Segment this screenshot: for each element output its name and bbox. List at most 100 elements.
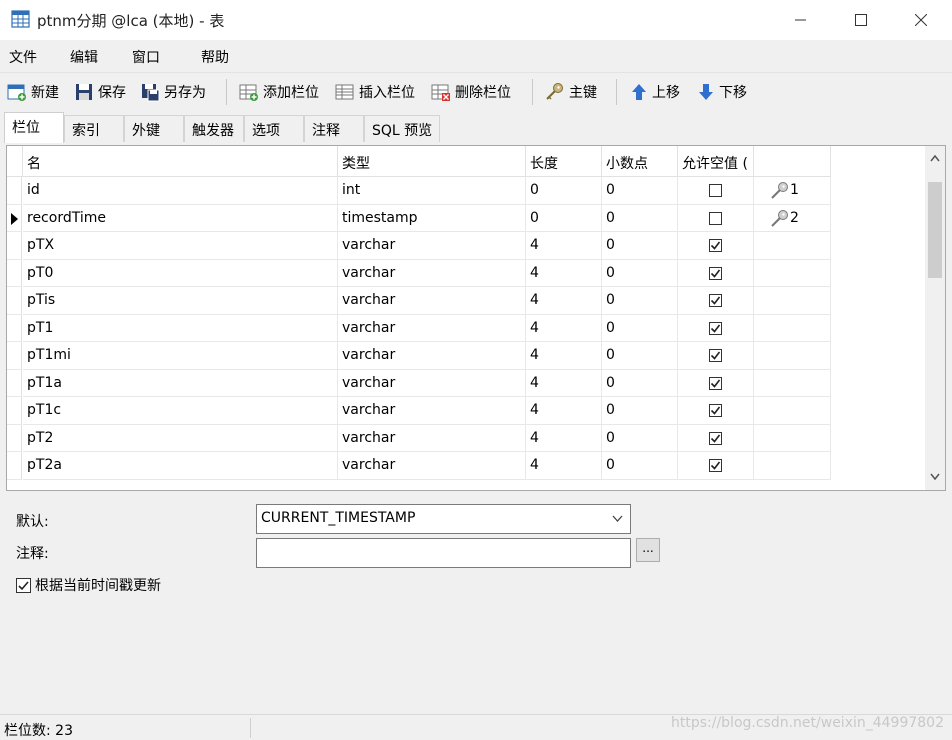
cell-name[interactable]: pT1: [23, 314, 338, 342]
row-selector[interactable]: [7, 397, 22, 425]
cell-name[interactable]: pT2a: [23, 452, 338, 480]
header-key[interactable]: [754, 146, 831, 177]
nullable-checkbox[interactable]: [709, 349, 722, 362]
nullable-checkbox[interactable]: [709, 294, 722, 307]
cell-name[interactable]: pT1mi: [23, 342, 338, 370]
nullable-checkbox[interactable]: [709, 459, 722, 472]
scroll-up-icon[interactable]: [930, 154, 940, 162]
nullable-checkbox[interactable]: [709, 431, 722, 445]
cell-type[interactable]: timestamp: [338, 204, 526, 232]
header-name[interactable]: 名: [23, 146, 338, 177]
cell-length[interactable]: 4: [526, 259, 602, 287]
cell-decimal[interactable]: 0: [602, 259, 678, 287]
minimize-button[interactable]: [778, 0, 824, 40]
cell-key[interactable]: [754, 369, 831, 397]
row-selector[interactable]: [7, 452, 22, 480]
header-type[interactable]: 类型: [338, 146, 526, 177]
tab-foreign-keys[interactable]: 外键: [124, 115, 184, 142]
nullable-checkbox[interactable]: [709, 404, 722, 417]
nullable-checkbox[interactable]: [709, 239, 722, 252]
cell-type[interactable]: varchar: [338, 314, 526, 342]
row-selector[interactable]: [7, 177, 22, 205]
cell-decimal[interactable]: 0: [602, 287, 678, 315]
default-value-select[interactable]: CURRENT_TIMESTAMP: [256, 504, 631, 534]
cell-type[interactable]: varchar: [338, 287, 526, 315]
cell-type[interactable]: varchar: [338, 259, 526, 287]
cell-type[interactable]: varchar: [338, 232, 526, 260]
cell-key[interactable]: [754, 424, 831, 452]
cell-decimal[interactable]: 0: [602, 232, 678, 260]
nullable-checkbox[interactable]: [709, 376, 722, 390]
cell-key[interactable]: [754, 314, 831, 342]
nullable-checkbox[interactable]: [709, 211, 722, 225]
move-down-button[interactable]: 下移: [697, 80, 747, 104]
header-decimal[interactable]: 小数点: [602, 146, 678, 177]
row-selector[interactable]: [7, 369, 22, 397]
cell-name[interactable]: id: [23, 177, 338, 205]
cell-key[interactable]: [754, 342, 831, 370]
row-selector[interactable]: [7, 342, 22, 370]
cell-key[interactable]: 2: [754, 204, 831, 232]
update-timestamp-checkbox[interactable]: 根据当前时间戳更新: [16, 575, 161, 595]
close-button[interactable]: [898, 0, 944, 40]
cell-name[interactable]: pT1c: [23, 397, 338, 425]
save-button[interactable]: 保存: [74, 80, 126, 104]
tab-columns[interactable]: 栏位: [4, 112, 64, 143]
cell-length[interactable]: 4: [526, 314, 602, 342]
cell-length[interactable]: 4: [526, 369, 602, 397]
cell-length[interactable]: 4: [526, 452, 602, 480]
primary-key-button[interactable]: 主键: [545, 80, 597, 104]
tab-options[interactable]: 选项: [244, 115, 304, 142]
cell-length[interactable]: 4: [526, 232, 602, 260]
row-selector[interactable]: [7, 287, 22, 315]
cell-length[interactable]: 4: [526, 287, 602, 315]
row-selector[interactable]: [7, 232, 22, 260]
cell-decimal[interactable]: 0: [602, 397, 678, 425]
cell-type[interactable]: varchar: [338, 397, 526, 425]
cell-name[interactable]: recordTime: [23, 204, 338, 232]
row-selector[interactable]: [7, 204, 22, 232]
move-up-button[interactable]: 上移: [630, 80, 680, 104]
row-selector[interactable]: [7, 259, 22, 287]
cell-name[interactable]: pTX: [23, 232, 338, 260]
tab-indexes[interactable]: 索引: [64, 115, 124, 142]
cell-key[interactable]: 1: [754, 177, 831, 205]
header-nullable[interactable]: 允许空值 (: [678, 146, 754, 177]
cell-key[interactable]: [754, 397, 831, 425]
cell-decimal[interactable]: 0: [602, 177, 678, 205]
cell-type[interactable]: varchar: [338, 342, 526, 370]
checkbox-box[interactable]: [16, 577, 31, 593]
cell-type[interactable]: int: [338, 177, 526, 205]
nullable-checkbox[interactable]: [709, 184, 722, 197]
cell-type[interactable]: varchar: [338, 452, 526, 480]
menu-file[interactable]: 文件: [9, 47, 37, 67]
scrollbar-thumb[interactable]: [928, 182, 942, 278]
row-selector[interactable]: [7, 424, 22, 452]
comment-ellipsis-button[interactable]: ...: [636, 538, 660, 562]
maximize-button[interactable]: [838, 0, 884, 40]
cell-key[interactable]: [754, 287, 831, 315]
cell-length[interactable]: 0: [526, 204, 602, 232]
header-length[interactable]: 长度: [526, 146, 602, 177]
cell-name[interactable]: pT1a: [23, 369, 338, 397]
delete-column-button[interactable]: 删除栏位: [431, 80, 511, 104]
cell-type[interactable]: varchar: [338, 424, 526, 452]
row-selector[interactable]: [7, 314, 22, 342]
menu-window[interactable]: 窗口: [132, 47, 160, 67]
add-column-button[interactable]: 添加栏位: [239, 80, 319, 104]
comment-field[interactable]: [256, 538, 631, 568]
menu-edit[interactable]: 编辑: [70, 47, 98, 67]
cell-key[interactable]: [754, 259, 831, 287]
save-as-button[interactable]: 另存为: [140, 80, 206, 104]
tab-triggers[interactable]: 触发器: [184, 115, 244, 142]
insert-column-button[interactable]: 插入栏位: [335, 80, 415, 104]
cell-name[interactable]: pT2: [23, 424, 338, 452]
cell-key[interactable]: [754, 232, 831, 260]
cell-length[interactable]: 4: [526, 424, 602, 452]
nullable-checkbox[interactable]: [709, 266, 722, 280]
cell-decimal[interactable]: 0: [602, 452, 678, 480]
cell-decimal[interactable]: 0: [602, 424, 678, 452]
cell-decimal[interactable]: 0: [602, 314, 678, 342]
tab-comment[interactable]: 注释: [304, 115, 364, 142]
cell-length[interactable]: 0: [526, 177, 602, 205]
